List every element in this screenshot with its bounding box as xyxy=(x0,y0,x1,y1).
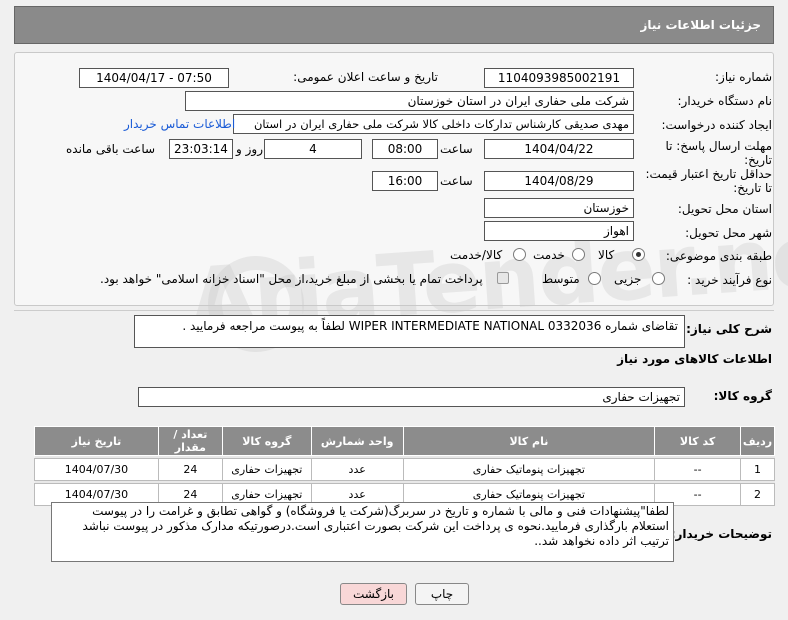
category-option-service: خدمت xyxy=(533,248,565,262)
process-label: نوع فرآیند خرید : xyxy=(687,273,772,287)
cell-row: 1 xyxy=(740,458,775,481)
col-date: تاریخ نیاز xyxy=(34,426,159,456)
col-group: گروه کالا xyxy=(221,426,312,456)
col-row: ردیف xyxy=(740,426,775,456)
remaining-time-field[interactable]: 23:03:14 xyxy=(169,139,233,159)
cell-group: تجهیزات حفاری xyxy=(221,458,312,481)
goods-group-label: گروه کالا: xyxy=(713,389,772,403)
category-radio-service[interactable] xyxy=(572,248,585,261)
validity-time-label: ساعت xyxy=(440,174,473,188)
category-radio-both[interactable] xyxy=(513,248,526,261)
print-button[interactable]: چاپ xyxy=(415,583,469,605)
treasury-checkbox[interactable] xyxy=(497,272,509,284)
deadline-time-label: ساعت xyxy=(440,142,473,156)
validity-date-field[interactable]: 1404/08/29 xyxy=(484,171,634,191)
cell-date: 1404/07/30 xyxy=(34,458,159,481)
process-radio-medium[interactable] xyxy=(588,272,601,285)
days-label: روز و xyxy=(236,142,263,156)
creator-label: ایجاد کننده درخواست: xyxy=(661,118,772,132)
goods-table-header: ردیف کد کالا نام کالا واحد شمارش گروه کا… xyxy=(34,426,775,456)
process-option-minor: جزیی xyxy=(614,272,642,286)
category-option-both: کالا/خدمت xyxy=(450,248,503,262)
col-unit: واحد شمارش xyxy=(310,426,404,456)
city-field[interactable]: اهواز xyxy=(484,221,634,241)
buyer-org-field[interactable]: شرکت ملی حفاری ایران در استان خوزستان xyxy=(185,91,634,111)
creator-field[interactable]: مهدی صدیقی کارشناس تدارکات داخلی کالا شر… xyxy=(233,114,634,134)
cell-qty: 24 xyxy=(157,458,223,481)
announce-label: تاریخ و ساعت اعلان عمومی: xyxy=(293,70,438,84)
category-radio-goods[interactable] xyxy=(632,248,645,261)
cell-row: 2 xyxy=(740,483,775,506)
remaining-label: ساعت باقی مانده xyxy=(66,142,156,156)
category-option-goods: کالا xyxy=(598,248,615,262)
category-label: طبقه بندی موضوعی: xyxy=(665,249,772,263)
page-title-bar: جزئیات اطلاعات نیاز xyxy=(14,6,774,44)
validity-label-line2: تا تاریخ: xyxy=(733,181,772,195)
goods-table: ردیف کد کالا نام کالا واحد شمارش گروه کا… xyxy=(34,426,775,506)
deadline-time-field[interactable]: 08:00 xyxy=(372,139,438,159)
deadline-date-field[interactable]: 1404/04/22 xyxy=(484,139,634,159)
back-button[interactable]: بازگشت xyxy=(340,583,407,605)
city-label: شهر محل تحویل: xyxy=(685,226,772,240)
deadline-label: مهلت ارسال پاسخ: تا xyxy=(665,139,772,153)
col-code: کد کالا xyxy=(654,426,742,456)
buyer-notes-field[interactable]: لطفا"پیشنهادات فنی و مالی با شماره و تار… xyxy=(51,502,674,562)
validity-time-field[interactable]: 16:00 xyxy=(372,171,438,191)
summary-label: شرح کلی نیاز: xyxy=(686,322,772,336)
treasury-note: پرداخت تمام یا بخشی از مبلغ خرید،از محل … xyxy=(100,272,483,286)
need-number-label: شماره نیاز: xyxy=(715,70,772,84)
province-label: استان محل تحویل: xyxy=(677,202,772,216)
cell-name: تجهیزات پنوماتیک حفاری xyxy=(402,458,656,481)
announce-field[interactable]: 1404/04/17 - 07:50 xyxy=(79,68,229,88)
need-number-field[interactable]: 1104093985002191 xyxy=(484,68,634,88)
validity-label: حداقل تاریخ اعتبار قیمت: xyxy=(645,167,772,181)
buyer-contact-link[interactable]: اطلاعات تماس خریدار xyxy=(124,117,235,131)
process-option-medium: متوسط xyxy=(542,272,580,286)
deadline-label-line2: تاریخ: xyxy=(744,153,772,167)
buyer-notes-label: توضیحات خریدار: xyxy=(670,527,772,541)
table-row[interactable]: 1 -- تجهیزات پنوماتیک حفاری عدد تجهیزات … xyxy=(34,458,775,481)
goods-group-field[interactable]: تجهیزات حفاری xyxy=(138,387,685,407)
cell-code: -- xyxy=(654,458,742,481)
summary-field[interactable]: تقاضای شماره WIPER INTERMEDIATE NATIONAL… xyxy=(134,315,685,348)
cell-unit: عدد xyxy=(310,458,404,481)
buyer-org-label: نام دستگاه خریدار: xyxy=(677,94,773,108)
col-name: نام کالا xyxy=(402,426,656,456)
process-radio-minor[interactable] xyxy=(652,272,665,285)
province-field[interactable]: خوزستان xyxy=(484,198,634,218)
page-title: جزئیات اطلاعات نیاز xyxy=(640,18,761,32)
col-qty: تعداد / مقدار xyxy=(157,426,223,456)
deadline-days-field[interactable]: 4 xyxy=(264,139,362,159)
goods-section-title: اطلاعات کالاهای مورد نیاز xyxy=(617,352,772,366)
divider xyxy=(14,310,774,311)
